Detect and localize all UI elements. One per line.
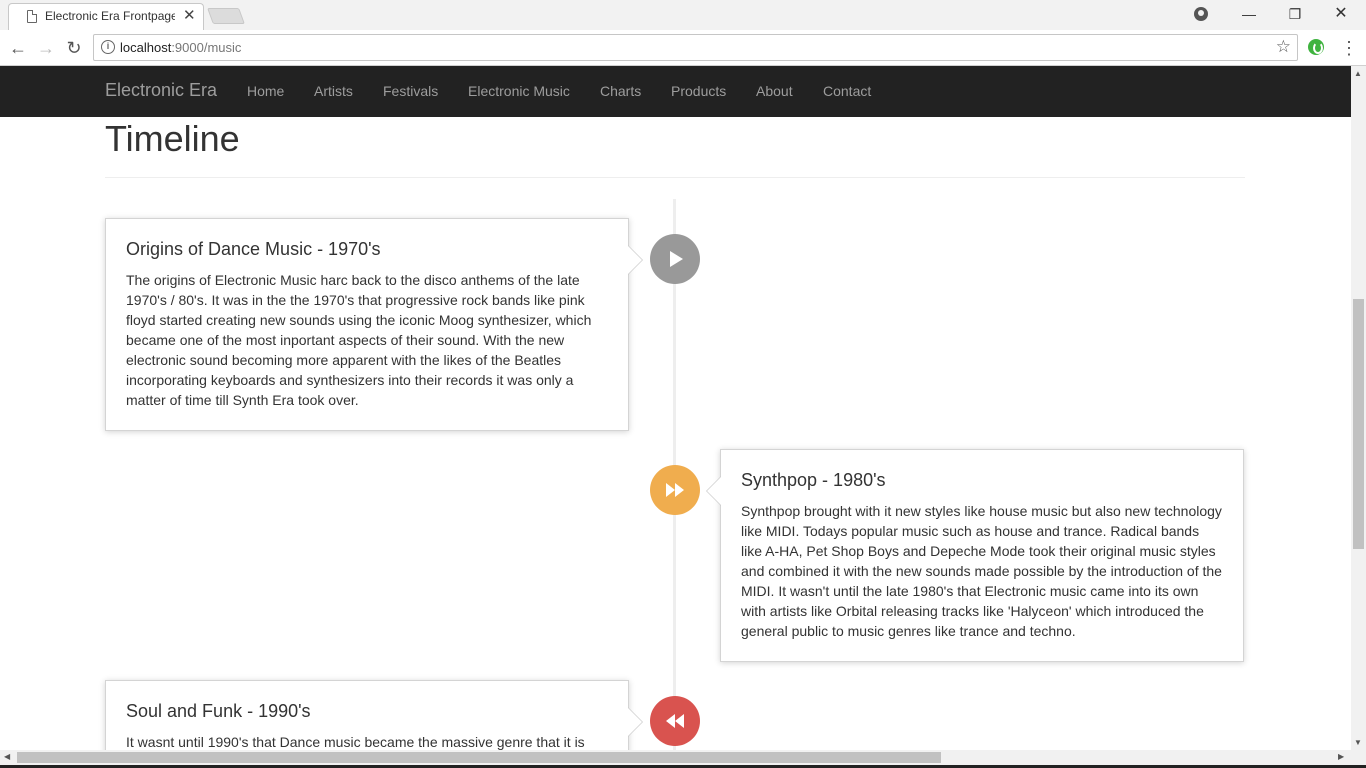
bookmark-star-icon[interactable]: ☆	[1276, 37, 1291, 57]
tab-close-icon[interactable]: ✕	[183, 7, 196, 25]
scroll-down-icon[interactable]: ▼	[1354, 738, 1362, 747]
url-host: localhost	[120, 40, 172, 55]
browser-tab-bar: Electronic Era Frontpage ✕ — ❐ ✕	[0, 0, 1366, 30]
timeline-body: It wasnt until 1990's that Dance music b…	[126, 734, 585, 750]
panel-pointer	[628, 707, 643, 737]
timeline-badge-1990s	[650, 696, 700, 746]
profile-icon[interactable]	[1194, 7, 1208, 21]
timeline-panel-1990s: Soul and Funk - 1990's It wasnt until 19…	[105, 680, 643, 750]
site-navbar: Electronic Era Home Artists Festivals El…	[0, 66, 1351, 117]
site-brand[interactable]: Electronic Era	[105, 80, 217, 101]
panel-pointer	[706, 476, 721, 506]
horizontal-scroll-thumb[interactable]	[17, 752, 941, 763]
page-content: Timeline Origins of Dance Music - 1970's…	[0, 117, 1351, 750]
browser-menu-icon[interactable]: ⋮	[1340, 36, 1358, 60]
nav-link-festivals[interactable]: Festivals	[383, 83, 438, 99]
nav-link-charts[interactable]: Charts	[600, 83, 641, 99]
nav-link-products[interactable]: Products	[671, 83, 726, 99]
timeline-panel-1970s: Origins of Dance Music - 1970's The orig…	[105, 218, 643, 431]
timeline-panel-1980s: Synthpop - 1980's Synthpop brought with …	[706, 449, 1244, 662]
close-window-button[interactable]: ✕	[1318, 0, 1364, 28]
play-icon	[670, 251, 683, 267]
panel-pointer	[628, 245, 643, 275]
timeline-body: Synthpop brought with it new styles like…	[741, 503, 1222, 639]
rewind-icon	[666, 714, 684, 728]
scroll-right-icon[interactable]: ▶	[1338, 752, 1344, 761]
nav-link-about[interactable]: About	[756, 83, 793, 99]
timeline-body: The origins of Electronic Music harc bac…	[126, 272, 592, 408]
page-favicon-icon	[27, 10, 37, 23]
vertical-scrollbar[interactable]: ▲ ▼	[1351, 66, 1366, 750]
page-title: Timeline	[105, 118, 240, 159]
restore-button[interactable]: ❐	[1272, 0, 1318, 28]
vertical-scroll-thumb[interactable]	[1353, 299, 1364, 549]
timeline-badge-1970s	[650, 234, 700, 284]
scroll-up-icon[interactable]: ▲	[1354, 69, 1362, 78]
url-path: :9000/music	[171, 40, 242, 55]
timeline-badge-1980s	[650, 465, 700, 515]
new-tab-button[interactable]	[207, 8, 245, 24]
scroll-left-icon[interactable]: ◀	[4, 752, 10, 761]
forward-button[interactable]: →	[34, 36, 58, 60]
address-bar[interactable]: i localhost:9000/music ☆	[93, 34, 1298, 61]
browser-toolbar: ← → ↻ i localhost:9000/music ☆ ⋮	[0, 30, 1366, 66]
fast-forward-icon	[666, 483, 684, 497]
title-divider	[105, 177, 1245, 178]
extension-icon[interactable]	[1308, 39, 1324, 55]
back-button[interactable]: ←	[6, 36, 30, 60]
site-info-icon[interactable]: i	[101, 40, 115, 54]
nav-link-contact[interactable]: Contact	[823, 83, 871, 99]
nav-link-home[interactable]: Home	[247, 83, 284, 99]
nav-link-artists[interactable]: Artists	[314, 83, 353, 99]
tab-title: Electronic Era Frontpage	[45, 9, 175, 23]
url-text[interactable]: localhost:9000/music	[120, 40, 241, 55]
reload-button[interactable]: ↻	[62, 36, 86, 60]
nav-link-electronic-music[interactable]: Electronic Music	[468, 83, 570, 99]
timeline-heading: Soul and Funk - 1990's	[126, 701, 311, 721]
timeline-heading: Origins of Dance Music - 1970's	[126, 239, 381, 259]
timeline-heading: Synthpop - 1980's	[741, 470, 886, 490]
minimize-button[interactable]: —	[1226, 0, 1272, 28]
horizontal-scrollbar[interactable]: ◀ ▶	[0, 750, 1366, 765]
browser-tab[interactable]: Electronic Era Frontpage ✕	[8, 3, 204, 30]
